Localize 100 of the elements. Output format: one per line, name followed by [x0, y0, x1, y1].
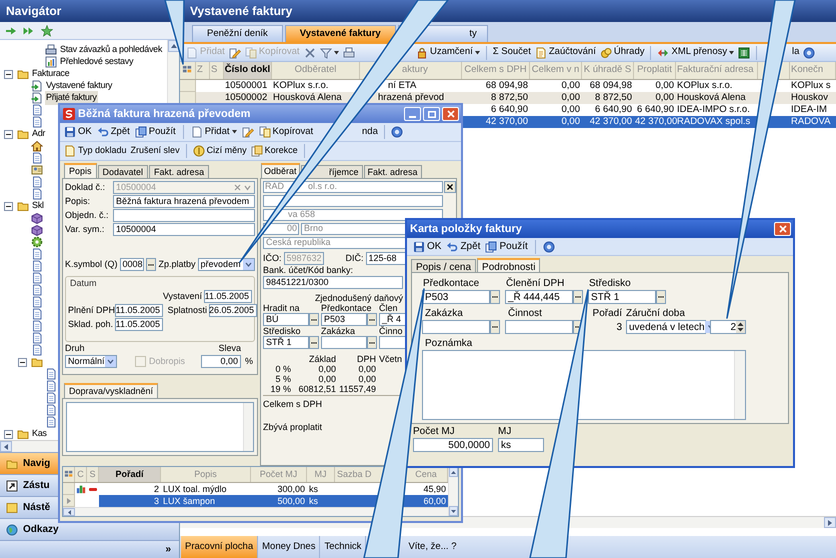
- toolbar-button[interactable]: Použít: [134, 124, 176, 140]
- double-arrow-icon[interactable]: [23, 24, 35, 36]
- collapse-icon[interactable]: [4, 430, 13, 438]
- tree-item[interactable]: Vystavené faktury: [0, 80, 114, 92]
- collapse-icon[interactable]: [18, 358, 27, 366]
- table-row[interactable]: 2 LUX toal. mýdlo 300,00 ks 45,90: [63, 483, 448, 495]
- close-button[interactable]: [442, 107, 459, 121]
- tab[interactable]: Pracovní plocha: [181, 536, 258, 558]
- browse-button[interactable]: [146, 258, 156, 271]
- toolbar-button[interactable]: XML přenosy: [657, 45, 734, 60]
- close-button[interactable]: [774, 222, 791, 236]
- toolbar-button[interactable]: Cizí měny: [192, 144, 247, 158]
- input-field[interactable]: STŘ 1: [588, 290, 656, 304]
- collapse-icon[interactable]: [4, 202, 13, 210]
- column-header[interactable]: Pořadí: [99, 467, 161, 482]
- scroll-up-button[interactable]: [449, 467, 458, 477]
- tab[interactable]: Odběrat: [261, 163, 300, 178]
- tab[interactable]: Popis: [64, 163, 97, 178]
- tree-item[interactable]: Adr: [0, 128, 46, 140]
- spin-arrows-icon[interactable]: [736, 321, 745, 333]
- input-field[interactable]: 98451221/0300: [263, 276, 403, 289]
- scroll-left-button[interactable]: [63, 508, 75, 516]
- input-field[interactable]: 11.05.2005: [115, 304, 163, 317]
- browse-button[interactable]: [367, 336, 377, 349]
- dropdown[interactable]: Normální: [65, 355, 117, 368]
- tree-item[interactable]: Fakturace: [0, 68, 70, 80]
- toolbar-button[interactable]: Přidat: [190, 124, 237, 140]
- browse-button[interactable]: [309, 336, 319, 349]
- tree-item[interactable]: Přehledové sestavy: [0, 56, 134, 68]
- column-header[interactable]: Číslo dokl: [224, 62, 272, 79]
- dropdown-button[interactable]: [105, 356, 116, 367]
- scroll-right-button[interactable]: [824, 517, 836, 528]
- input-field[interactable]: _Ř 444,445: [505, 290, 573, 304]
- toolbar-button[interactable]: [320, 46, 338, 58]
- more-button[interactable]: »: [165, 542, 171, 557]
- input-field[interactable]: 500,0000: [413, 438, 493, 452]
- tab[interactable]: Doprava/vyskladnění: [64, 383, 158, 398]
- input-field[interactable]: BÚ: [263, 313, 309, 326]
- minimize-button[interactable]: [404, 107, 421, 121]
- toolbar-button[interactable]: [390, 126, 403, 138]
- table-row[interactable]: 10500002 Housková Alena hrazená převod 8 872,50 0,00 8 872,50 0,00 Housková Alena Houskov: [180, 92, 836, 104]
- input-field[interactable]: P503: [321, 313, 367, 326]
- browse-button[interactable]: [656, 290, 666, 304]
- browse-button[interactable]: [490, 290, 500, 304]
- clear-button[interactable]: [444, 181, 456, 193]
- tab[interactable]: Dodavatel: [98, 165, 148, 178]
- tab[interactable]: Fakt. adresa: [364, 165, 422, 178]
- tab[interactable]: Fakt. adresa: [149, 165, 210, 178]
- scroll-left-button[interactable]: [0, 441, 12, 452]
- toolbar-button[interactable]: OK: [64, 124, 92, 140]
- browse-button[interactable]: [367, 313, 377, 326]
- input-field[interactable]: STŘ 1: [263, 336, 309, 349]
- toolbar-button[interactable]: [542, 240, 555, 252]
- collapse-icon[interactable]: [4, 70, 13, 78]
- dropdown[interactable]: převodem: [198, 258, 255, 271]
- input-field[interactable]: [263, 195, 443, 207]
- tree-item[interactable]: Stav závazků a pohledávek: [0, 44, 164, 56]
- input-field[interactable]: [505, 320, 573, 334]
- input-field[interactable]: Běžná faktura hrazená převodem: [113, 195, 255, 208]
- toolbar-button[interactable]: Zaúčtování: [534, 45, 596, 60]
- toolbar-button[interactable]: [803, 46, 816, 58]
- input-field[interactable]: 26.05.2005: [209, 304, 257, 317]
- scroll-down-button[interactable]: [449, 506, 458, 516]
- tab[interactable]: Popis / cena: [411, 259, 476, 272]
- tab[interactable]: Vystavené faktury: [284, 25, 396, 42]
- collapse-icon[interactable]: [4, 130, 13, 138]
- tab[interactable]: Money Dnes: [258, 536, 320, 558]
- toolbar-button[interactable]: [738, 46, 750, 58]
- input-field[interactable]: [321, 336, 367, 349]
- toolbar-button[interactable]: la: [792, 45, 800, 60]
- input-field[interactable]: [113, 209, 255, 222]
- browse-button[interactable]: [490, 320, 500, 334]
- input-field[interactable]: 0008: [120, 258, 144, 271]
- toolbar-button[interactable]: Uzamčení: [416, 45, 480, 60]
- toolbar-button[interactable]: Zpět: [96, 124, 130, 140]
- toolbar-button[interactable]: Zrušení slev: [130, 144, 180, 158]
- toolbar-button[interactable]: Σ Součet: [492, 45, 531, 60]
- text-area[interactable]: [66, 402, 254, 452]
- input-field[interactable]: 0,00: [200, 355, 241, 368]
- dropdown-button[interactable]: [243, 259, 254, 270]
- browse-button[interactable]: [309, 313, 319, 326]
- text-area[interactable]: [422, 350, 746, 420]
- toolbar-button[interactable]: Zpět: [446, 239, 480, 254]
- tab[interactable]: Víte, že... ?: [404, 536, 460, 558]
- arrow-right-icon[interactable]: [5, 24, 17, 36]
- star-icon[interactable]: [41, 24, 53, 36]
- maximize-button[interactable]: [423, 107, 440, 121]
- toolbar-button[interactable]: Úhrady: [600, 45, 644, 60]
- spin-field[interactable]: 2: [710, 320, 746, 334]
- tree-item[interactable]: Skl: [0, 200, 45, 212]
- tab[interactable]: Peněžní deník: [192, 25, 283, 42]
- tree-item[interactable]: Kas: [0, 428, 48, 440]
- browse-button[interactable]: [573, 290, 583, 304]
- input-field[interactable]: 11.05.2005: [204, 290, 252, 303]
- input-field[interactable]: ks: [498, 438, 544, 452]
- input-field[interactable]: P503: [422, 290, 490, 304]
- input-field[interactable]: 10500004: [113, 223, 255, 236]
- toolbar-button[interactable]: Typ dokladu: [64, 144, 127, 158]
- toolbar-button[interactable]: Korekce: [250, 144, 298, 158]
- input-field[interactable]: 11.05.2005: [115, 318, 163, 331]
